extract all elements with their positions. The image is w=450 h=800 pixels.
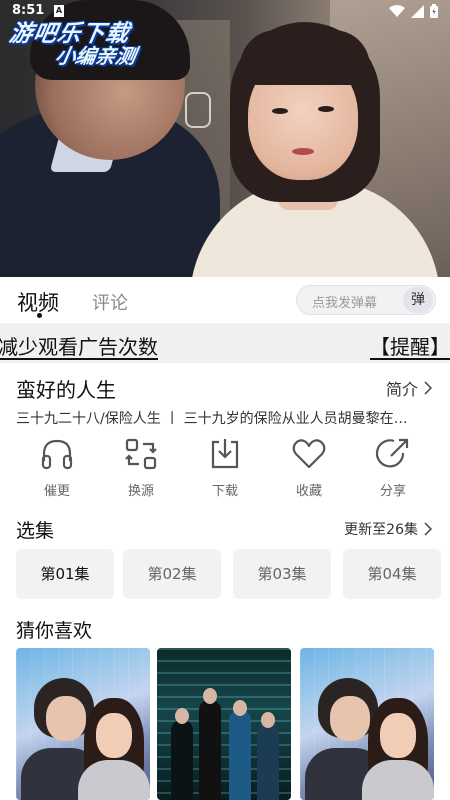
episodes-more-button[interactable]: 更新至26集 — [344, 519, 432, 539]
poster-figure-woman-face — [96, 713, 132, 758]
episode-chip-04[interactable]: 第04集 — [343, 549, 441, 599]
battery-icon — [430, 4, 438, 18]
intro-label: 简介 — [385, 380, 418, 399]
danmu-input[interactable]: 点我发弹幕 弹 — [296, 285, 436, 315]
action-label: 下载 — [211, 484, 238, 499]
action-label: 分享 — [379, 484, 406, 499]
video-frame-eye-left — [272, 108, 288, 114]
tab-active-indicator — [37, 313, 42, 318]
switch-source-button[interactable]: 换源 — [111, 436, 171, 499]
episode-chip-01[interactable]: 第01集 — [16, 549, 114, 599]
poster-figure-head — [175, 708, 189, 724]
video-player[interactable]: 8:51 A 游吧乐下载 小编亲测 — [0, 0, 450, 277]
video-frame-woman-bangs — [240, 30, 370, 85]
episodes-update-text: 更新至26集 — [344, 522, 418, 538]
chevron-right-icon — [424, 522, 432, 536]
poster-figure — [199, 700, 221, 800]
switch-source-icon — [125, 438, 157, 470]
recommend-poster[interactable] — [300, 648, 434, 800]
video-frame-glasses — [185, 92, 211, 128]
poster-figure-man-face — [46, 696, 86, 741]
watermark-logo: 游吧乐下载 小编亲测 — [7, 14, 138, 68]
poster-figure — [171, 720, 193, 800]
status-icons — [389, 4, 438, 18]
show-title: 蛮好的人生 — [16, 378, 116, 402]
watermark-line2: 小编亲测 — [53, 44, 138, 68]
intro-button[interactable]: 简介 — [386, 376, 432, 400]
poster-figure — [229, 710, 251, 800]
action-label: 收藏 — [295, 484, 322, 499]
chevron-right-icon — [424, 381, 432, 395]
wifi-icon — [389, 4, 405, 17]
tab-comment[interactable]: 评论 — [92, 289, 128, 315]
poster-figure-dress — [362, 760, 434, 800]
action-label: 换源 — [127, 484, 154, 499]
headphones-icon — [41, 439, 73, 470]
share-button[interactable]: 分享 — [363, 436, 423, 499]
poster-figure — [257, 722, 279, 800]
marquee-tip: 【提醒】 — [370, 335, 450, 359]
video-frame-lips — [292, 148, 314, 155]
episodes-title: 选集 — [16, 520, 55, 542]
download-button[interactable]: 下载 — [195, 436, 255, 499]
video-frame-eye-right — [318, 106, 334, 112]
episode-chip-02[interactable]: 第02集 — [123, 549, 221, 599]
recommend-poster[interactable] — [16, 648, 150, 800]
recommend-list — [16, 648, 450, 800]
signal-icon — [411, 4, 424, 18]
action-bar: 催更 换源 下载 收藏 分享 — [0, 436, 450, 506]
episode-chip-03[interactable]: 第03集 — [233, 549, 331, 599]
action-label: 催更 — [43, 484, 70, 499]
favorite-button[interactable]: 收藏 — [279, 436, 339, 499]
poster-figure-head — [233, 700, 247, 716]
detail-tabs: 视频 评论 点我发弹幕 弹 — [0, 277, 450, 323]
poster-figure-head — [203, 688, 217, 704]
poster-figure-man-face — [330, 696, 370, 741]
download-icon — [211, 439, 239, 469]
poster-figure-head — [261, 712, 275, 728]
show-description: 三十九二十八/保险人生 丨 三十九岁的保险从业人员胡曼黎在… — [16, 411, 408, 427]
share-icon — [375, 438, 409, 468]
episode-list: 第01集 第02集 第03集 第04集 — [16, 549, 446, 599]
recommend-title: 猜你喜欢 — [16, 620, 93, 642]
poster-figure-dress — [78, 760, 150, 800]
notice-marquee[interactable]: 减少观看广告次数 【提醒】 — [0, 323, 450, 363]
danmu-placeholder: 点我发弹幕 — [312, 296, 378, 311]
poster-figure-woman-face — [380, 713, 416, 758]
heart-icon — [292, 439, 326, 469]
marquee-text: 减少观看广告次数 — [0, 335, 158, 359]
recommend-poster[interactable] — [157, 648, 291, 800]
urge-update-button[interactable]: 催更 — [27, 436, 87, 499]
danmu-toggle-button[interactable]: 弹 — [403, 287, 433, 313]
